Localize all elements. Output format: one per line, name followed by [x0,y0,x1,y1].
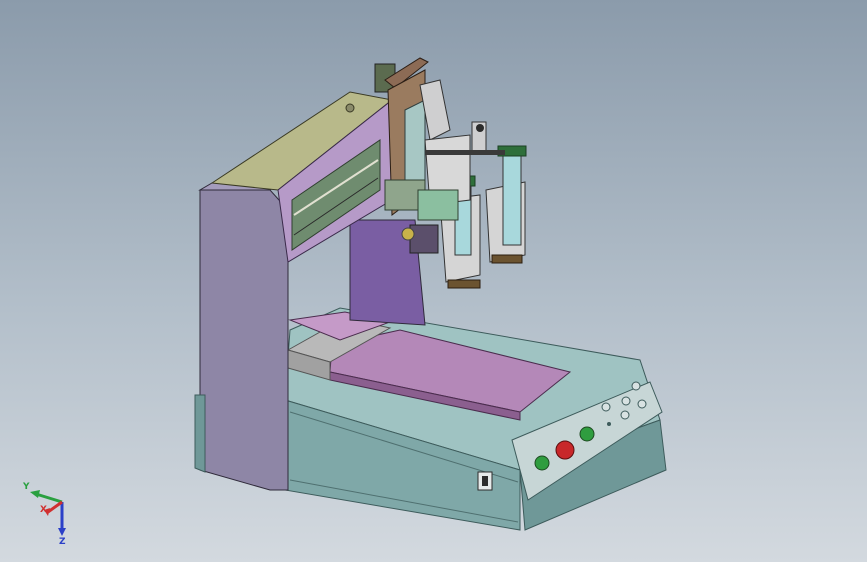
syringe-barrel [502,154,522,246]
head-mount [417,189,459,221]
valve-fitting [476,124,484,132]
panel-knob[interactable] [621,396,631,406]
carriage-lower-motor [409,224,439,254]
column-front [199,189,289,491]
axis-y-label: Y [22,482,30,492]
head-shaft [425,150,505,155]
nozzle-holder [447,279,481,289]
emergency-stop-button[interactable] [555,440,575,460]
drive-pulley [401,227,415,241]
panel-knob[interactable] [620,410,630,420]
cad-viewport[interactable]: Y X Z [0,0,867,562]
axis-x-label: X [40,505,47,515]
z-axis-module [404,99,426,191]
axis-y-line [35,492,63,504]
column-foot [194,394,206,473]
rocker-switch-toggle [482,476,488,486]
axis-z-label: Z [59,537,66,547]
panel-knob[interactable] [637,399,647,409]
axis-x-line [47,500,63,514]
panel-knob[interactable] [601,402,611,412]
coordinate-triad-icon: Y X Z [22,482,66,547]
dispensing-robot-model[interactable] [0,0,867,562]
dispensing-head-right[interactable] [485,145,527,264]
axis-z-arrow [58,528,66,536]
beam-mount-hole [345,103,355,113]
nozzle-holder [491,254,523,264]
panel-indicator [607,422,611,426]
reset-button[interactable] [579,426,595,442]
axis-y-arrow [30,490,40,498]
panel-knob[interactable] [631,381,641,391]
start-button[interactable] [534,455,550,471]
